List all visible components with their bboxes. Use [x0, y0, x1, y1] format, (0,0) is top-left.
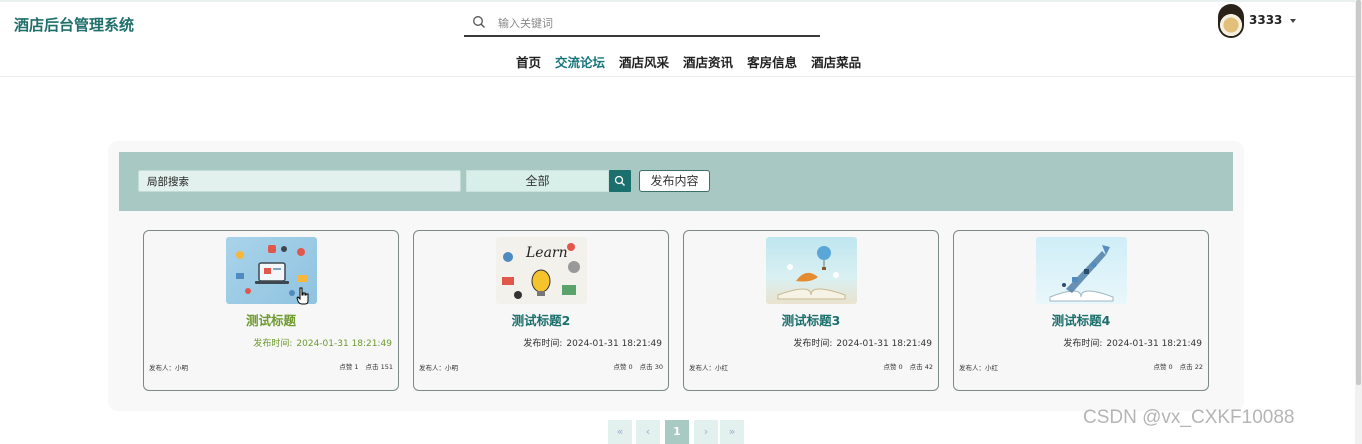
card-likes: 点赞 1 [339, 363, 359, 371]
watermark: CSDN @vx_CXKF10088 [1083, 407, 1295, 428]
card-likes: 点赞 0 [883, 363, 903, 371]
card-author: 发布人：小明 [149, 364, 188, 372]
card-stats: 点赞 0 点击 42 [876, 361, 933, 371]
nav-item-forum[interactable]: 交流论坛 [548, 52, 612, 70]
publish-time-label: 发布时间: [793, 339, 833, 349]
pagination-prev[interactable]: ‹ [636, 420, 660, 444]
publish-time-label: 发布时间: [253, 339, 293, 349]
open-book-balloon-image [777, 246, 846, 300]
publish-time-label: 发布时间: [523, 339, 563, 349]
pagination-next[interactable]: › [694, 420, 718, 444]
card-publish-time: 发布时间: 2024-01-31 18:21:49 [523, 336, 662, 349]
type-select[interactable]: 全部 [466, 170, 609, 192]
card-clicks: 点击 30 [639, 363, 663, 371]
publish-time-value: 2024-01-31 18:21:49 [296, 339, 392, 349]
svg-text:Learn: Learn [525, 245, 568, 261]
card-stats: 点赞 0 点击 30 [606, 361, 663, 371]
chevron-down-icon[interactable] [1290, 19, 1296, 23]
card-likes: 点赞 0 [1153, 363, 1173, 371]
page: 酒店后台管理系统 3333 首页 交流论坛 酒店风采 酒店资讯 客房信息 酒店菜… [0, 0, 1362, 444]
card-author: 发布人：小红 [689, 364, 728, 372]
main-nav: 首页 交流论坛 酒店风采 酒店资讯 客房信息 酒店菜品 [509, 52, 868, 70]
card-stats: 点赞 0 点击 22 [1146, 361, 1203, 371]
card-author: 发布人：小明 [419, 364, 458, 372]
nav-item-rooms[interactable]: 客房信息 [740, 52, 804, 70]
card-title[interactable]: 测试标题 [144, 310, 398, 329]
brand-title: 酒店后台管理系统 [14, 16, 135, 34]
header-topline [0, 0, 1362, 2]
publish-button[interactable]: 发布内容 [639, 170, 710, 192]
card-title[interactable]: 测试标题2 [414, 310, 668, 329]
local-search-input[interactable] [138, 170, 461, 192]
card-publish-time: 发布时间: 2024-01-31 18:21:49 [793, 336, 932, 349]
card-publish-time: 发布时间: 2024-01-31 18:21:49 [1063, 336, 1202, 349]
open-book-rocket-image [1049, 245, 1114, 302]
pagination-first[interactable]: « [608, 420, 632, 444]
nav-item-hotel-style[interactable]: 酒店风采 [612, 52, 676, 70]
nav-item-home[interactable]: 首页 [509, 52, 548, 70]
global-search-input[interactable] [498, 13, 798, 33]
card-thumbnail[interactable] [1036, 237, 1127, 304]
card-thumbnail[interactable]: Learn [496, 237, 587, 304]
card-author: 发布人：小红 [959, 364, 998, 372]
nav-item-dishes[interactable]: 酒店菜品 [804, 52, 868, 70]
global-search [464, 9, 820, 37]
search-icon [473, 16, 485, 28]
card-publish-time: 发布时间: 2024-01-31 18:21:49 [253, 336, 392, 349]
card-likes: 点赞 0 [613, 363, 633, 371]
forum-card[interactable]: 测试标题 发布时间: 2024-01-31 18:21:49 发布人：小明 点赞 … [143, 230, 399, 391]
nav-item-hotel-news[interactable]: 酒店资讯 [676, 52, 740, 70]
forum-card[interactable]: 测试标题3 发布时间: 2024-01-31 18:21:49 发布人：小红 点赞… [683, 230, 939, 391]
publish-time-value: 2024-01-31 18:21:49 [836, 339, 932, 349]
username[interactable]: 3333 [1249, 13, 1282, 27]
card-title[interactable]: 测试标题3 [684, 310, 938, 329]
card-clicks: 点击 151 [365, 363, 393, 371]
card-clicks: 点击 42 [909, 363, 933, 371]
search-icon [614, 175, 625, 186]
header: 酒店后台管理系统 3333 首页 交流论坛 酒店风采 酒店资讯 客房信息 酒店菜… [0, 0, 1362, 77]
publish-time-label: 发布时间: [1063, 339, 1103, 349]
hand-cursor-icon [296, 287, 309, 305]
learn-bulb-image: Learn [502, 243, 580, 299]
search-button[interactable] [609, 170, 631, 192]
forum-card[interactable]: Learn 测试标题2 发布时间: 2024-01-31 18:21:49 发布人… [413, 230, 669, 391]
avatar[interactable] [1218, 4, 1244, 38]
pagination-last[interactable]: » [720, 420, 744, 444]
pagination-page-current[interactable]: 1 [665, 420, 689, 444]
forum-card[interactable]: 测试标题4 发布时间: 2024-01-31 18:21:49 发布人：小红 点赞… [953, 230, 1209, 391]
card-clicks: 点击 22 [1179, 363, 1203, 371]
publish-time-value: 2024-01-31 18:21:49 [566, 339, 662, 349]
card-thumbnail[interactable] [766, 237, 857, 304]
scrollbar-thumb[interactable] [1356, 0, 1361, 385]
card-stats: 点赞 1 点击 151 [332, 361, 393, 371]
publish-time-value: 2024-01-31 18:21:49 [1106, 339, 1202, 349]
card-title[interactable]: 测试标题4 [954, 310, 1208, 329]
